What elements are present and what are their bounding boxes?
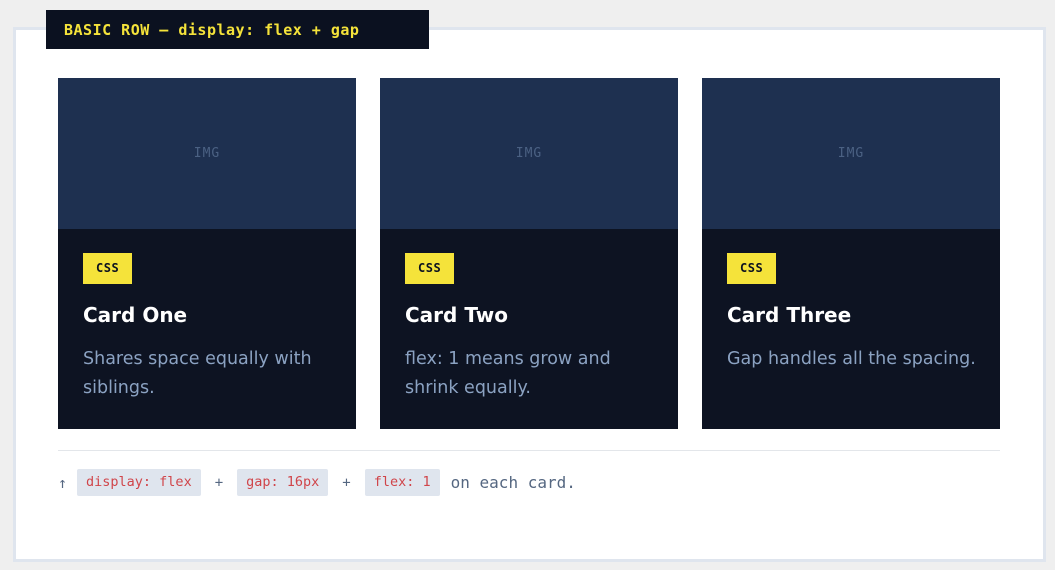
card-body: CSS Card One Shares space equally with s… [58,229,356,403]
card-body: CSS Card Two flex: 1 means grow and shri… [380,229,678,403]
card-two: IMG CSS Card Two flex: 1 means grow and … [380,78,678,429]
card-title: Card Three [727,303,852,327]
card-one: IMG CSS Card One Shares space equally wi… [58,78,356,429]
card-description: Gap handles all the spacing. [727,349,976,369]
css-badge: CSS [727,253,777,284]
code-snippet-display-flex: display: flex [77,469,201,496]
footnote-text: on each card. [450,473,576,492]
footnote: ↑ display: flex + gap: 16px + flex: 1 on… [58,469,576,496]
section-label: BASIC ROW — display: flex + gap [46,10,429,49]
card-image-placeholder: IMG [380,78,678,229]
card-image-placeholder: IMG [58,78,356,229]
card-title: Card Two [405,303,508,327]
css-badge: CSS [83,253,133,284]
code-snippet-flex-1: flex: 1 [364,469,440,496]
arrow-up-icon: ↑ [58,473,68,492]
card-title: Card One [83,303,188,327]
card-three: IMG CSS Card Three Gap handles all the s… [702,78,1000,429]
code-snippet-gap: gap: 16px [237,469,329,496]
divider [58,450,1000,451]
card-description: Shares space equally with siblings. [83,349,312,398]
card-body: CSS Card Three Gap handles all the spaci… [702,229,1000,374]
card-image-placeholder: IMG [702,78,1000,229]
plus-sign: + [214,474,224,491]
css-badge: CSS [405,253,455,284]
card-description: flex: 1 means grow and shrink equally. [405,349,611,398]
plus-sign: + [342,474,351,491]
